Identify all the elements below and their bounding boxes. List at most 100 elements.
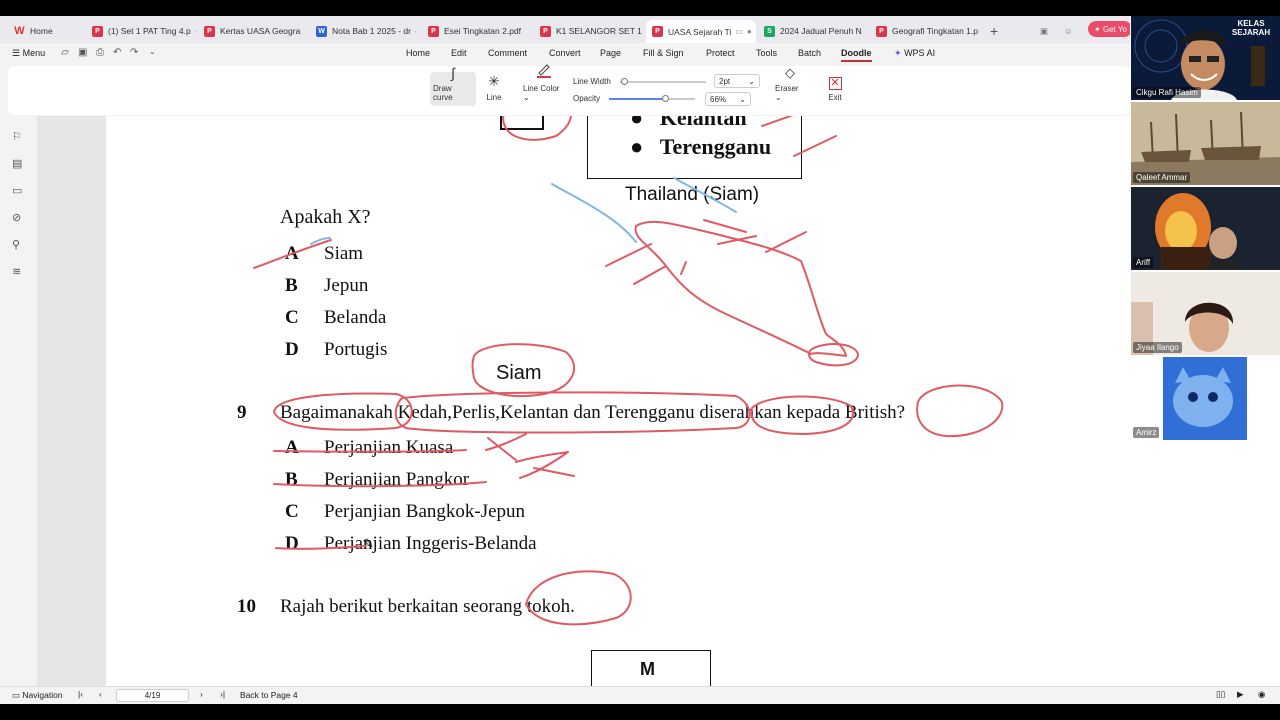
save-icon[interactable]: ▣ — [78, 47, 87, 58]
close-icon[interactable]: ● — [191, 27, 196, 36]
opacity-slider[interactable] — [609, 95, 695, 102]
annotation-circle — [394, 391, 751, 434]
annotation-strike — [275, 545, 367, 550]
annotation-blue-line — [551, 183, 637, 243]
tab-document[interactable]: S 2024 Jadual Penuh N ● — [758, 20, 866, 42]
redo-icon[interactable]: ↷ — [130, 47, 138, 58]
chevron-down-icon[interactable]: ⌄ — [149, 47, 156, 56]
menu-comment[interactable]: Comment — [488, 48, 527, 58]
tab-label: Nota Bab 1 2025 - dr — [332, 26, 411, 36]
word-icon: W — [316, 25, 327, 37]
menu-edit[interactable]: Edit — [451, 48, 467, 58]
tab-active-document[interactable]: P UASA Sejarah Ti ▭ ● — [646, 20, 756, 43]
tab-document[interactable]: P Esei Tingkatan 2.pdf — [422, 20, 530, 42]
annotation-circle — [502, 116, 572, 141]
eraser-button[interactable]: ◇ Eraser ⌄ — [772, 65, 808, 106]
menu-batch[interactable]: Batch — [798, 48, 821, 58]
menu-page[interactable]: Page — [600, 48, 621, 58]
next-page-icon[interactable]: › — [200, 689, 203, 699]
draw-curve-button[interactable]: ∫ Draw curve — [430, 65, 476, 106]
eye-icon[interactable]: ◉ — [1258, 689, 1265, 700]
menu-fill-sign[interactable]: Fill & Sign — [643, 48, 684, 58]
line-button[interactable]: ✳ Line — [482, 72, 506, 106]
bookmark-icon[interactable]: ⚐ — [12, 130, 22, 143]
participant-tile[interactable]: Ariff — [1131, 187, 1280, 270]
tab-document[interactable]: P Geografi Tingkatan 1.p — [870, 20, 978, 42]
tab-document[interactable]: P Kertas UASA Geogra — [198, 20, 306, 42]
last-page-icon[interactable]: ›| — [220, 689, 225, 699]
close-icon: ✕ — [828, 77, 842, 90]
window-icon[interactable]: ▣ — [1034, 20, 1054, 42]
annotation-strike — [253, 239, 332, 269]
annotation-cross — [605, 243, 652, 267]
chevron-down-icon: ⌄ — [748, 77, 755, 86]
close-icon[interactable]: ● — [743, 27, 752, 36]
comment-icon[interactable]: ▭ — [12, 184, 22, 197]
avatar-icon[interactable]: ☺ — [1058, 20, 1078, 42]
tab-document[interactable]: P (1) Set 1 PAT Ting 4.p ● — [86, 20, 196, 42]
close-icon[interactable]: ● — [862, 27, 867, 36]
participant-tile[interactable]: Jiyaa Ilango — [1131, 272, 1280, 355]
line-width-slider[interactable] — [620, 78, 706, 85]
menu-doodle[interactable]: Doodle — [841, 48, 872, 62]
line-color-button[interactable]: Line Color ⌄ — [520, 64, 568, 106]
slider-knob[interactable] — [661, 95, 669, 102]
line-color-text: Line Color — [523, 84, 560, 93]
annotation-cross — [703, 219, 747, 233]
participant-video-feed — [1131, 187, 1280, 270]
thumbnails-icon[interactable]: ▤ — [12, 157, 22, 170]
new-tab-button[interactable]: + — [984, 20, 1002, 42]
line-color-label: Line Color ⌄ — [523, 84, 560, 102]
tab-label: Esei Tingkatan 2.pdf — [444, 26, 522, 36]
play-icon[interactable]: ▶ — [1237, 689, 1244, 700]
exit-button[interactable]: ✕ Exit — [822, 72, 848, 106]
back-to-page-link[interactable]: Back to Page 4 — [240, 690, 298, 700]
menu-bar: ☰ Menu ▱ ▣ ⎙ ↶ ↷ ⌄ Home Edit Comment Con… — [0, 43, 1280, 66]
doodle-annotations-layer — [253, 116, 1004, 626]
curve-pen-icon: ∫ — [451, 65, 455, 81]
tab-bar: W Home P (1) Set 1 PAT Ting 4.p ● P Kert… — [0, 16, 1280, 43]
menu-wps-ai[interactable]: ✦ WPS AI — [894, 48, 935, 59]
annotation-circle — [273, 392, 413, 431]
document-viewport[interactable]: ● Kelantan ● Terengganu Thailand (Siam) … — [37, 116, 1130, 686]
signature-icon[interactable]: ⚲ — [12, 238, 20, 251]
tab-home[interactable]: W Home — [8, 20, 82, 42]
participant-tile[interactable]: KELAS SEJARAH Cikgu Rafi Hasim — [1131, 16, 1280, 100]
line-width-label: Line Width — [573, 77, 611, 86]
previous-page-icon[interactable]: ‹ — [99, 689, 102, 699]
reading-mode-icon[interactable]: ▯▯ — [1216, 689, 1225, 700]
first-page-icon[interactable]: |‹ — [78, 689, 83, 699]
print-icon[interactable]: ⎙ — [96, 47, 104, 58]
menu-convert[interactable]: Convert — [549, 48, 581, 58]
slider-knob[interactable] — [621, 78, 628, 85]
participant-tile[interactable]: Qaleef Ammar — [1131, 102, 1280, 185]
annotation-cross — [680, 261, 687, 275]
undo-icon[interactable]: ↶ — [113, 47, 121, 58]
hamburger-icon: ☰ — [12, 48, 23, 58]
hamburger-menu-button[interactable]: ☰ Menu — [12, 48, 45, 59]
tab-label: K1 SELANGOR SET 1 — [556, 26, 642, 36]
line-width-select[interactable]: 2pt ⌄ — [714, 74, 760, 88]
annotation-circle — [916, 384, 1004, 438]
menu-protect[interactable]: Protect — [706, 48, 735, 58]
menu-home[interactable]: Home — [406, 48, 430, 58]
participant-tile[interactable]: Amirz — [1131, 357, 1280, 440]
annotation-circle — [525, 570, 632, 626]
page-number-input[interactable]: 4/19 — [116, 689, 189, 702]
open-folder-icon[interactable]: ▱ — [61, 47, 69, 58]
annotation-map-outline — [634, 220, 847, 357]
navigation-button[interactable]: ▭ Navigation — [12, 690, 63, 701]
annotation-strike — [273, 481, 487, 488]
layers-icon[interactable]: ≋ — [12, 265, 21, 278]
get-pro-button[interactable]: ✦ Get Yo — [1088, 21, 1132, 37]
close-icon[interactable]: ● — [411, 27, 416, 36]
pdf-page[interactable]: ● Kelantan ● Terengganu Thailand (Siam) … — [106, 116, 1130, 686]
tab-document[interactable]: W Nota Bab 1 2025 - dr ● — [310, 20, 416, 42]
opacity-select[interactable]: 66% ⌄ — [705, 92, 751, 106]
attachment-icon[interactable]: ⊘ — [12, 211, 21, 224]
eraser-label: Eraser ⌄ — [775, 84, 799, 102]
tab-document[interactable]: P K1 SELANGOR SET 1 — [534, 20, 642, 42]
menu-tools[interactable]: Tools — [756, 48, 777, 58]
participant-name: Qaleef Ammar — [1133, 172, 1191, 183]
tab-label: (1) Set 1 PAT Ting 4.p — [108, 26, 191, 36]
